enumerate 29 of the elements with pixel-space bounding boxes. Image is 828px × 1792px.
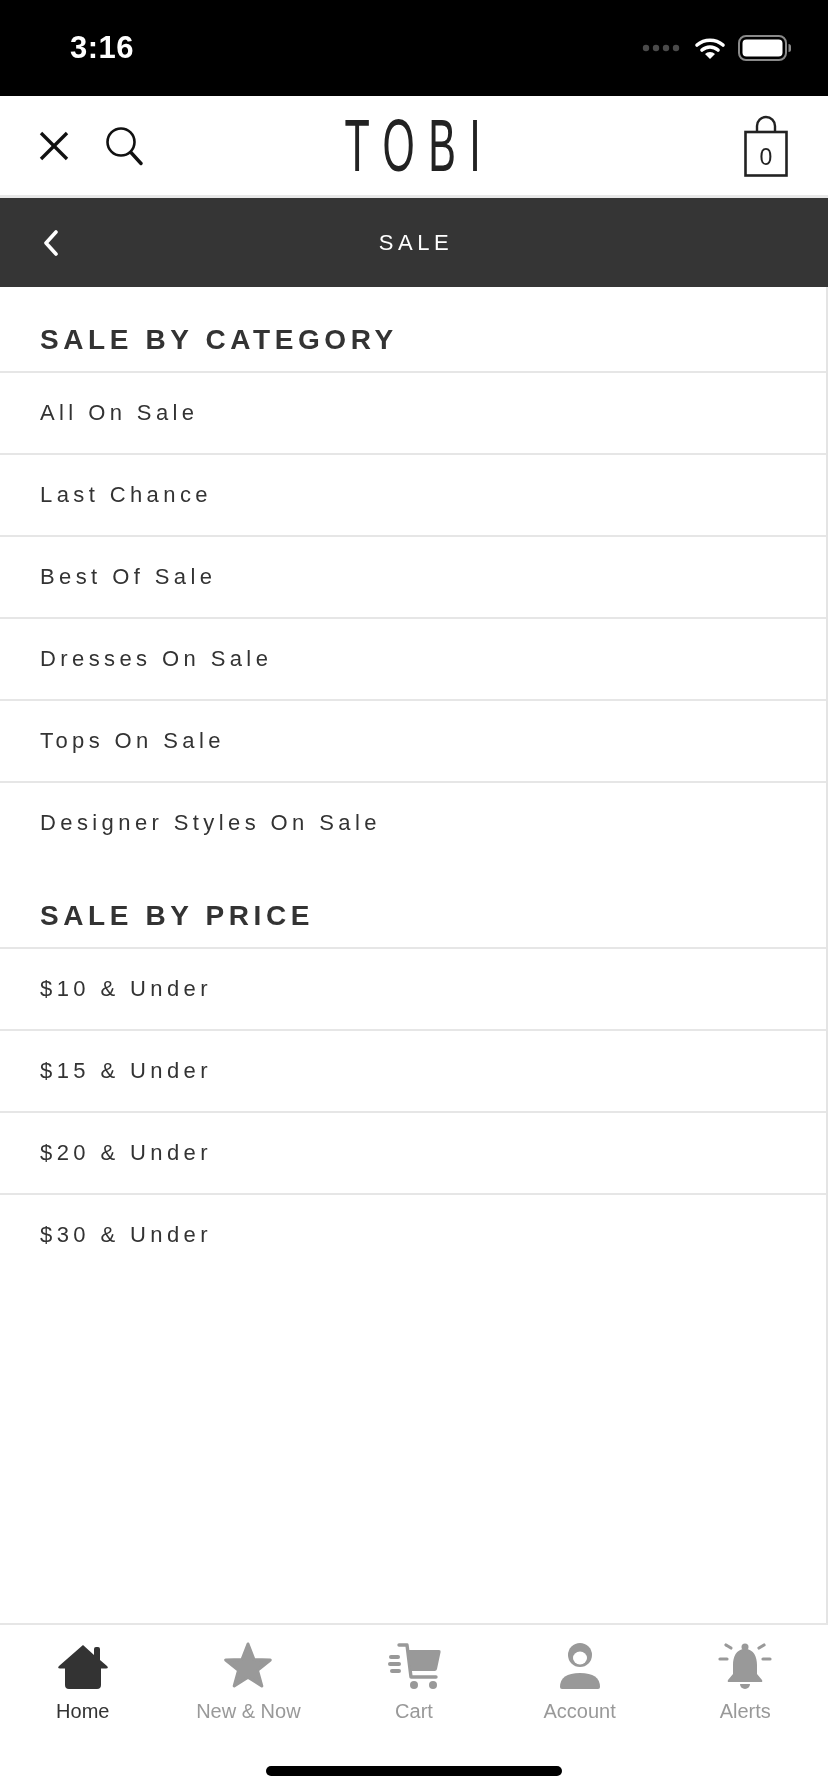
close-button[interactable]	[38, 129, 70, 162]
menu-item[interactable]: All On Sale	[0, 373, 826, 455]
back-chevron-icon	[42, 228, 60, 257]
menu-item[interactable]: $20 & Under	[0, 1113, 826, 1195]
status-time: 3:16	[70, 30, 135, 66]
tab-bar-item[interactable]: Home	[0, 1625, 166, 1723]
menu-item[interactable]: Tops On Sale	[0, 701, 826, 783]
search-button[interactable]	[105, 125, 143, 166]
page-title: SALE	[377, 228, 454, 257]
menu-item[interactable]: Last Chance	[0, 455, 826, 537]
brand-logo[interactable]: TOBI	[331, 108, 495, 183]
close-icon	[38, 129, 70, 162]
cart-icon	[386, 1641, 442, 1691]
section-heading: SALE BY CATEGORY	[0, 287, 826, 373]
shopping-bag-icon	[744, 114, 788, 177]
menu-item[interactable]: Best Of Sale	[0, 537, 826, 619]
menu-item[interactable]: $30 & Under	[0, 1195, 826, 1275]
section-heading: SALE BY PRICE	[0, 863, 826, 949]
cart-button[interactable]: 0	[744, 114, 788, 177]
wifi-icon	[694, 36, 726, 60]
menu-item[interactable]: $10 & Under	[0, 949, 826, 1031]
menu-item[interactable]: Designer Styles On Sale	[0, 783, 826, 863]
back-button[interactable]	[42, 228, 60, 257]
signal-icon	[642, 44, 682, 52]
menu-item[interactable]: $15 & Under	[0, 1031, 826, 1113]
menu-item[interactable]: Dresses On Sale	[0, 619, 826, 701]
bell-icon	[717, 1641, 774, 1691]
search-icon	[105, 125, 143, 166]
battery-icon	[738, 35, 792, 61]
